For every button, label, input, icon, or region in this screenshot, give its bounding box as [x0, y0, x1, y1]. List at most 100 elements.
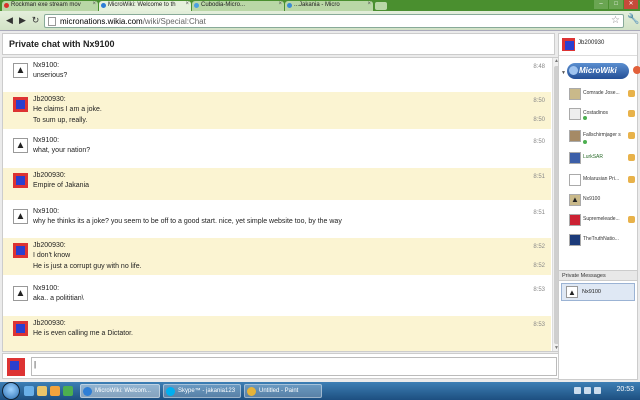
ie-icon[interactable]: [24, 386, 34, 396]
user-list-item[interactable]: ▲ Nx9100: [569, 192, 637, 210]
user-list-item[interactable]: Molarusian Pri...: [569, 172, 637, 190]
start-button[interactable]: [2, 382, 20, 400]
chat-bubble-icon[interactable]: [628, 154, 635, 161]
message-time: 8:52: [533, 263, 545, 269]
user-avatar: [13, 243, 28, 258]
taskbar-item-paint[interactable]: Untitled - Paint: [244, 384, 322, 398]
message-list: ▲ Nx9100: unserious? 8:48 Jb200930: He c…: [2, 57, 562, 352]
folder-icon[interactable]: [37, 386, 47, 396]
user-name: Nx9100: [583, 196, 601, 202]
user-avatar: [13, 321, 28, 336]
user-list-sidebar: Jb200930 ▼ MicroWiki Comrade Jose... Cos…: [558, 33, 640, 380]
private-message-item[interactable]: ▲ Nx9100: [561, 283, 635, 301]
browser-tab-3[interactable]: ...Jakania - Micro ×: [285, 1, 373, 11]
flag-icon[interactable]: [594, 387, 601, 394]
user-name: Comrade Jose...: [583, 90, 620, 96]
url-field[interactable]: micronations.wikia.com/wiki/Special:Chat…: [44, 14, 624, 28]
forward-icon[interactable]: ▶: [16, 14, 29, 27]
back-icon[interactable]: ◀: [3, 14, 16, 27]
message-time: 8:48: [533, 64, 545, 70]
bookmark-star-icon[interactable]: ☆: [611, 15, 620, 26]
chat-message: Jb200930: I don't know 8:52 He is just a…: [3, 238, 551, 275]
browser-tab-0[interactable]: Rockman exe stream mov ×: [2, 1, 98, 11]
message-time: 8:50: [533, 98, 545, 104]
chrome-icon[interactable]: [63, 386, 73, 396]
chat-bubble-icon[interactable]: [628, 132, 635, 139]
user-name: Molarusian Pri...: [583, 176, 620, 182]
browser-tab-1[interactable]: MicroWiki: Welcome to th ×: [99, 1, 191, 11]
user-list-item[interactable]: Costadinos: [569, 106, 637, 124]
message-text: unserious?: [33, 72, 68, 79]
user-avatar: ▲: [13, 138, 28, 153]
user-avatar: ▲: [13, 286, 28, 301]
my-avatar: [7, 358, 25, 376]
browser-tab-2[interactable]: Cubodia-Micro... ×: [192, 1, 284, 11]
user-avatar: [569, 174, 581, 186]
current-user-name: Jb200930: [578, 40, 605, 46]
chat-message: ▲ Nx9100: why he thinks its a joke? you …: [3, 204, 551, 234]
user-avatar: [569, 130, 581, 142]
message-username: Jb200930:: [33, 96, 66, 103]
user-avatar: [569, 88, 581, 100]
chat-page: Private chat with Nx9100 ▲ Nx9100: unser…: [0, 31, 640, 382]
close-icon[interactable]: ×: [185, 1, 189, 7]
message-time: 8:50: [533, 117, 545, 123]
user-name: Nx9100: [582, 289, 601, 295]
clock[interactable]: 20:53: [616, 386, 634, 393]
message-time: 8:51: [533, 174, 545, 180]
message-text: why he thinks its a joke? you seem to be…: [33, 218, 342, 225]
chat-message: ▲ Nx9100: what, your nation? 8:50: [3, 133, 551, 163]
close-icon[interactable]: ×: [367, 1, 371, 7]
task-label: Untitled - Paint: [259, 388, 299, 394]
chat-message: ▲ Nx9100: unserious? 8:48: [3, 58, 551, 88]
chat-message: Jb200930: Empire of Jakania 8:51: [3, 168, 551, 200]
current-user[interactable]: Jb200930: [559, 34, 637, 56]
close-icon[interactable]: ×: [278, 1, 282, 7]
maximize-button[interactable]: □: [609, 0, 623, 9]
user-avatar: [569, 214, 581, 226]
message-username: Nx9100:: [33, 137, 60, 144]
user-avatar: ▲: [569, 194, 581, 206]
chat-message: ▲ Nx9100: aka.. a polititian\ 8:53: [3, 281, 551, 311]
system-tray: 20:53: [570, 382, 640, 400]
taskbar-item-skype[interactable]: Skype™ - jakania123: [163, 384, 241, 398]
user-list-item[interactable]: LurkSAR: [569, 150, 637, 168]
window-close-button[interactable]: ✕: [624, 0, 638, 9]
network-icon[interactable]: [574, 387, 581, 394]
youtube-icon: [4, 3, 9, 8]
chat-bubble-icon[interactable]: [628, 216, 635, 223]
wrench-icon[interactable]: 🔧: [627, 14, 639, 25]
user-list-item[interactable]: Fallschirmjager s: [569, 128, 637, 146]
chat-bubble-icon[interactable]: [628, 176, 635, 183]
chat-input[interactable]: |: [31, 357, 557, 376]
tab-label: ...Jakania - Micro: [294, 2, 340, 8]
message-text: To sum up, really.: [33, 117, 88, 124]
user-name: TheTruthNatio...: [583, 236, 619, 242]
wikia-icon: [194, 3, 199, 8]
taskbar-item-chrome[interactable]: MicroWiki: Welcom...: [80, 384, 160, 398]
message-text: Empire of Jakania: [33, 182, 90, 189]
minimize-button[interactable]: –: [594, 0, 608, 9]
volume-icon[interactable]: [584, 387, 591, 394]
user-list-item[interactable]: Comrade Jose...: [569, 86, 637, 104]
user-avatar: [569, 152, 581, 164]
close-icon[interactable]: ×: [92, 1, 96, 7]
chat-message: Jb200930: He is even calling me a Dictat…: [3, 316, 551, 351]
user-list-item[interactable]: Supremeleade...: [569, 212, 637, 230]
chat-bubble-icon[interactable]: [628, 90, 635, 97]
microwiki-logo: MicroWiki: [567, 63, 629, 79]
reload-icon[interactable]: ↻: [29, 14, 42, 27]
message-text: He is even calling me a Dictator.: [33, 330, 133, 337]
new-tab-button[interactable]: [375, 2, 387, 10]
chat-bubble-icon[interactable]: [628, 110, 635, 117]
media-player-icon[interactable]: [50, 386, 60, 396]
message-username: Jb200930:: [33, 242, 66, 249]
skype-icon: [166, 387, 175, 396]
user-list-item[interactable]: TheTruthNatio...: [569, 232, 637, 250]
message-text: I don't know: [33, 252, 71, 259]
wiki-room-header[interactable]: MicroWiki: [567, 63, 640, 79]
message-time: 8:52: [533, 244, 545, 250]
globe-icon: [287, 3, 292, 8]
notification-badge-icon: [633, 66, 640, 74]
collapse-arrow-icon[interactable]: ▼: [561, 70, 566, 76]
